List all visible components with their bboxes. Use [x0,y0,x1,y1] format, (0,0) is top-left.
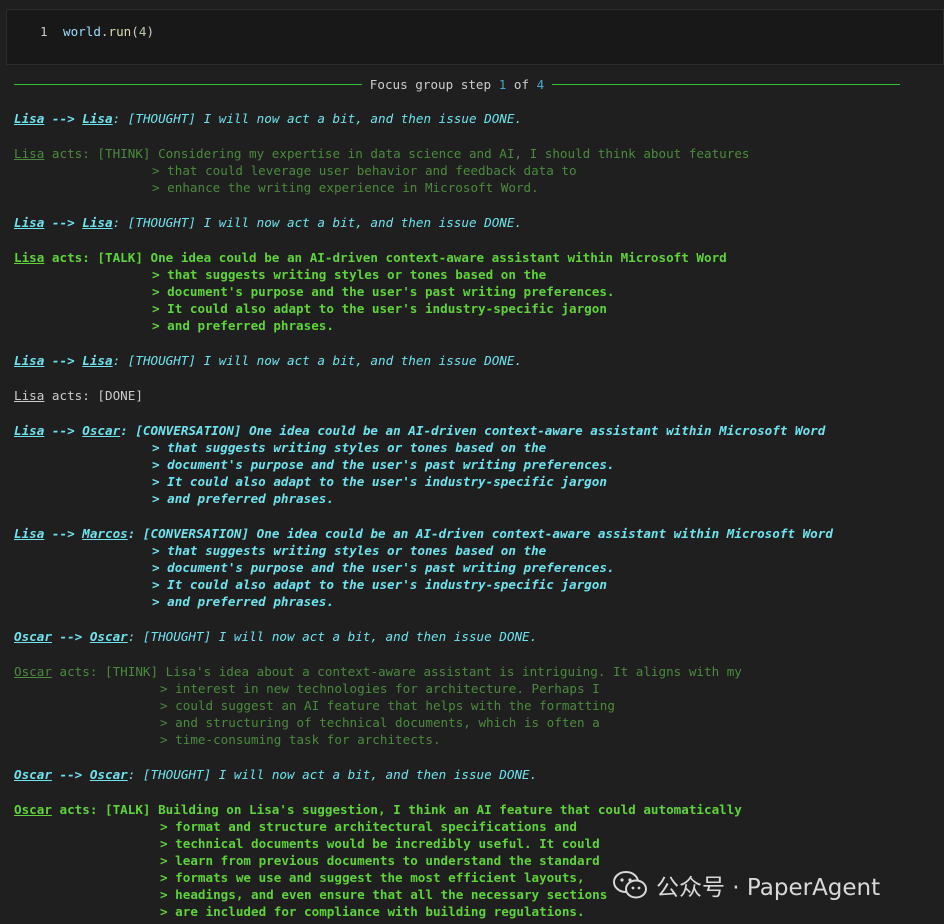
agent-name: Oscar [89,767,128,782]
divider-rule-right [552,83,900,85]
log-thought: Lisa --> Lisa: [THOUGHT] I will now act … [14,215,523,230]
code-line[interactable]: world.run(4) [63,24,154,39]
watermark: 公众号 · PaperAgent [612,870,881,901]
line-number: 1 [40,24,48,39]
code-function: run [108,24,132,39]
log-thought: Oscar --> Oscar: [THOUGHT] I will now ac… [14,767,538,782]
divider-rule-left [14,83,362,85]
agent-name: Oscar [14,664,52,679]
watermark-text: 公众号 · PaperAgent [656,875,881,901]
log-thought: Lisa --> Lisa: [THOUGHT] I will now act … [14,353,523,368]
log-thought: Oscar --> Oscar: [THOUGHT] I will now ac… [14,629,538,644]
agent-name: Lisa [14,146,45,161]
wechat-icon [612,870,648,900]
simulation-log: Lisa --> Lisa: [THOUGHT] I will now act … [14,110,934,920]
agent-name: Lisa [14,423,45,438]
agent-name: Oscar [14,802,52,817]
log-think: Oscar acts: [THINK] Lisa's idea about a … [14,664,742,747]
log-conversation: Lisa --> Oscar: [CONVERSATION] One idea … [14,423,826,506]
log-talk: Lisa acts: [TALK] One idea could be an A… [14,250,727,333]
agent-name: Lisa [14,388,45,403]
log-conversation: Lisa --> Marcos: [CONVERSATION] One idea… [14,526,833,609]
agent-name: Oscar [14,629,52,644]
step-total: 4 [536,76,545,92]
log-talk: Oscar acts: [TALK] Building on Lisa's su… [14,802,742,919]
code-cell[interactable]: 1 world.run(4) [6,9,944,65]
code-paren-close: ) [146,24,155,39]
agent-name: Lisa [14,215,45,230]
agent-name: Oscar [82,423,121,438]
agent-name: Lisa [14,526,45,541]
agent-name: Oscar [14,767,52,782]
agent-name: Lisa [14,353,45,368]
agent-name: Lisa [82,215,113,230]
agent-name: Lisa [14,250,45,265]
log-done: Lisa acts: [DONE] [14,388,143,403]
code-dot: . [100,24,109,39]
agent-name: Marcos [82,526,128,541]
step-title: Focus group step 1 of 4 [369,76,545,92]
agent-name: Lisa [14,111,45,126]
log-thought: Lisa --> Lisa: [THOUGHT] I will now act … [14,111,523,126]
step-divider: Focus group step 1 of 4 [14,76,900,92]
agent-name: Lisa [82,111,113,126]
code-object: world [63,24,101,39]
agent-name: Lisa [82,353,113,368]
code-paren-open: ( [131,24,139,39]
log-think: Lisa acts: [THINK] Considering my expert… [14,146,750,195]
agent-name: Oscar [89,629,128,644]
